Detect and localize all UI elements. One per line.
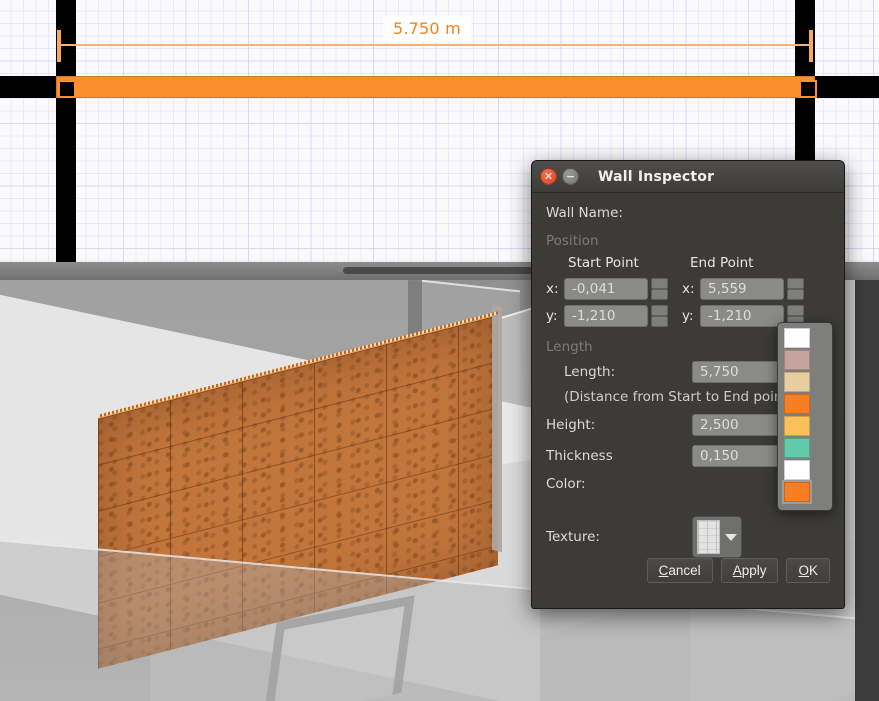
color-swatch-orange-selected[interactable] xyxy=(782,480,812,504)
cancel-button[interactable]: Cancel xyxy=(646,558,713,583)
wall-name-label: Wall Name: xyxy=(546,205,623,221)
ok-accel: O xyxy=(798,563,809,578)
dimension-label: 5.750 m xyxy=(383,16,471,42)
wall-inspector-dialog[interactable]: ✕ − Wall Inspector Wall Name: Position S… xyxy=(531,160,845,609)
start-y-input[interactable]: -1,210 xyxy=(564,305,648,327)
cancel-label: ancel xyxy=(668,563,701,578)
3d-right-edge xyxy=(855,280,879,701)
start-y-stepper[interactable] xyxy=(651,305,668,327)
end-x-input[interactable]: 5,559 xyxy=(700,278,784,300)
dialog-title: Wall Inspector xyxy=(598,168,715,185)
start-y-axis-label: y: xyxy=(546,308,558,324)
texture-row: Texture: xyxy=(546,516,830,558)
position-column-headers: Start Point End Point xyxy=(568,255,830,271)
chevron-down-icon xyxy=(725,533,737,541)
color-swatch-amber[interactable] xyxy=(784,416,810,436)
dialog-titlebar[interactable]: ✕ − Wall Inspector xyxy=(532,161,844,193)
apply-accel: A xyxy=(732,563,742,578)
end-y-axis-label: y: xyxy=(682,308,694,324)
dimension-line xyxy=(58,44,813,46)
wall-handle-end[interactable] xyxy=(799,80,817,98)
dimension-tick-end xyxy=(809,30,813,62)
apply-label: pply xyxy=(741,563,767,578)
start-x-stepper[interactable] xyxy=(651,278,668,300)
position-group-label: Position xyxy=(546,233,599,249)
color-swatch-tan[interactable] xyxy=(784,372,810,392)
color-swatch-orange[interactable] xyxy=(784,394,810,414)
start-point-header: Start Point xyxy=(568,255,639,271)
position-fields: x: -0,041 x: 5,559 y: -1,210 y: -1,210 xyxy=(546,278,830,327)
color-label: Color: xyxy=(546,476,586,492)
color-swatch-white-2[interactable] xyxy=(784,460,810,480)
apply-button[interactable]: Apply xyxy=(720,558,779,583)
dialog-button-bar: Cancel Apply OK xyxy=(646,558,830,583)
color-swatch-dusty-rose[interactable] xyxy=(784,350,810,370)
position-row-x: x: -0,041 x: 5,559 xyxy=(546,278,830,300)
start-x-input[interactable]: -0,041 xyxy=(564,278,648,300)
dimension-tick-start xyxy=(57,30,61,62)
minimize-icon[interactable]: − xyxy=(562,168,579,185)
close-icon[interactable]: ✕ xyxy=(540,168,557,185)
plan-wall-horizontal-left[interactable] xyxy=(0,76,58,98)
end-point-header: End Point xyxy=(690,255,754,271)
height-label: Height: xyxy=(546,417,596,433)
texture-dropdown-button[interactable] xyxy=(692,516,742,558)
color-swatch-white[interactable] xyxy=(784,328,810,348)
start-x-axis-label: x: xyxy=(546,281,559,297)
color-swatch-mint-green[interactable] xyxy=(784,438,810,458)
length-label: Length: xyxy=(564,364,616,380)
color-dropdown-popup[interactable] xyxy=(777,322,833,511)
texture-label: Texture: xyxy=(546,529,600,545)
texture-preview-swatch xyxy=(697,520,720,554)
wall-handle-start[interactable] xyxy=(58,80,76,98)
ok-button[interactable]: OK xyxy=(786,558,830,583)
ok-label: K xyxy=(808,563,818,578)
end-x-stepper[interactable] xyxy=(787,278,804,300)
end-y-input[interactable]: -1,210 xyxy=(700,305,784,327)
plan-wall-horizontal-right[interactable] xyxy=(813,76,879,98)
end-x-axis-label: x: xyxy=(682,281,695,297)
thickness-label: Thickness xyxy=(546,448,613,464)
cancel-accel: C xyxy=(658,563,669,578)
plan-selected-wall[interactable] xyxy=(56,76,815,98)
3d-brick-wall-end-face xyxy=(492,304,502,553)
